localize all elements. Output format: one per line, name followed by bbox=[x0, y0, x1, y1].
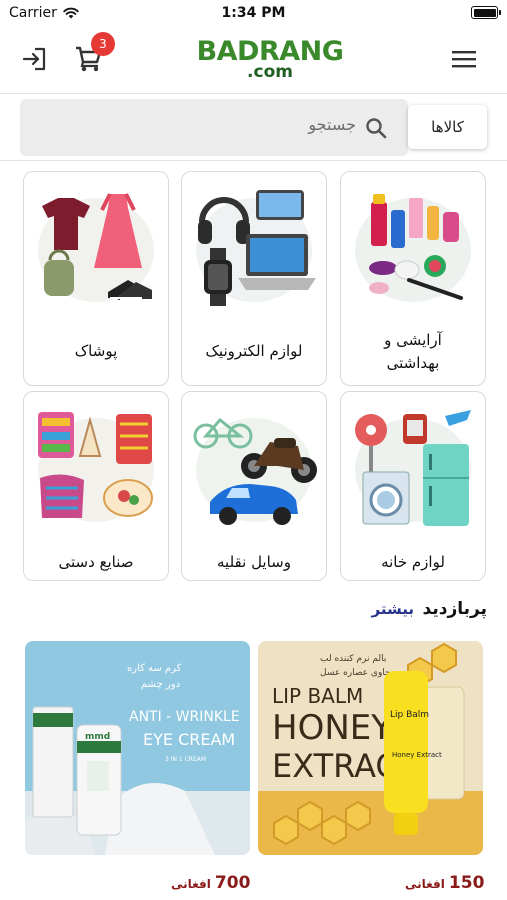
price-value: 700 bbox=[214, 873, 251, 893]
clothing-image bbox=[38, 193, 154, 302]
product-image: بالم نرم کننده لب حاوی عصاره عسل LIP BAL… bbox=[258, 641, 483, 855]
login-icon bbox=[22, 47, 46, 71]
price-currency: افغانی bbox=[171, 877, 211, 891]
section-title: پربازدید bbox=[422, 599, 487, 619]
product-card[interactable]: بالم نرم کننده لب حاوی عصاره عسل LIP BAL… bbox=[258, 641, 484, 895]
most-viewed-section-header: پربازدید بیشتر bbox=[0, 595, 507, 625]
see-more-link[interactable]: بیشتر bbox=[372, 600, 414, 618]
search-category-selector[interactable]: کالاها bbox=[408, 105, 487, 149]
product-image: کرم سه کاره دور چشم ANTI - WRINKLE EYE C… bbox=[25, 641, 250, 855]
price-value: 150 bbox=[448, 873, 485, 893]
category-label-line1: آرایشی و bbox=[384, 331, 442, 349]
search-bar: جستجو کالاها bbox=[0, 95, 507, 161]
product-tube-label: mmd bbox=[85, 732, 110, 742]
login-button[interactable] bbox=[18, 42, 52, 76]
product-tube-sublabel: Honey Extract bbox=[392, 751, 442, 759]
category-card-vehicles[interactable]: وسایل نقلیه bbox=[181, 391, 327, 581]
category-card-clothing[interactable]: پوشاک bbox=[23, 171, 169, 386]
category-label: آرایشی و بهداشتی bbox=[347, 329, 479, 375]
product-image-line2: EYE CREAM bbox=[143, 730, 235, 749]
product-image-line1: ANTI - WRINKLE bbox=[129, 709, 240, 725]
app-header: 3 BADRANG .com bbox=[0, 28, 507, 94]
search-input[interactable]: جستجو bbox=[20, 99, 408, 156]
status-time: 1:34 PM bbox=[221, 5, 286, 21]
cosmetics-image bbox=[355, 194, 471, 302]
category-label: صنایع دستی bbox=[58, 553, 134, 571]
product-image-line2: HONEY bbox=[272, 708, 392, 748]
product-price: 700 افغانی bbox=[171, 873, 250, 893]
menu-icon bbox=[452, 51, 476, 68]
product-image-line3: 3 IN 1 CREAM bbox=[165, 756, 206, 763]
battery-icon bbox=[471, 6, 501, 19]
home-appliances-image bbox=[355, 410, 471, 526]
search-placeholder: جستجو bbox=[308, 115, 356, 134]
product-card[interactable]: کرم سه کاره دور چشم ANTI - WRINKLE EYE C… bbox=[25, 641, 250, 895]
category-card-handicrafts[interactable]: صنایع دستی bbox=[23, 391, 169, 581]
cart-count-badge: 3 bbox=[91, 32, 115, 56]
product-tube-label: Lip Balm bbox=[390, 710, 429, 720]
vehicles-image bbox=[193, 417, 317, 525]
electronics-image bbox=[196, 190, 316, 306]
product-image-top-text: کرم سه کاره bbox=[127, 663, 182, 674]
status-bar: Carrier 1:34 PM bbox=[0, 0, 507, 28]
product-price: 150 افغانی bbox=[405, 873, 484, 893]
price-currency: افغانی bbox=[405, 877, 445, 891]
menu-button[interactable] bbox=[449, 44, 479, 74]
category-label: پوشاک bbox=[74, 342, 118, 360]
category-label-line2: بهداشتی bbox=[386, 354, 440, 372]
product-image-line1: LIP BALM bbox=[272, 684, 363, 708]
category-label: وسایل نقلیه bbox=[217, 553, 291, 571]
category-card-electronics[interactable]: لوازم الکترونیک bbox=[181, 171, 327, 386]
category-label: لوازم الکترونیک bbox=[205, 342, 303, 360]
product-image-top2-text: حاوی عصاره عسل bbox=[320, 668, 391, 678]
product-image-top-text: بالم نرم کننده لب bbox=[320, 654, 386, 664]
product-image-top2-text: دور چشم bbox=[141, 679, 180, 690]
category-card-cosmetics[interactable]: آرایشی و بهداشتی bbox=[340, 171, 486, 386]
handicrafts-image bbox=[38, 412, 154, 522]
app-logo[interactable]: BADRANG .com bbox=[195, 37, 345, 87]
search-icon bbox=[366, 118, 387, 139]
category-card-home-appliances[interactable]: لوازم خانه bbox=[340, 391, 486, 581]
category-label: لوازم خانه bbox=[381, 553, 445, 571]
